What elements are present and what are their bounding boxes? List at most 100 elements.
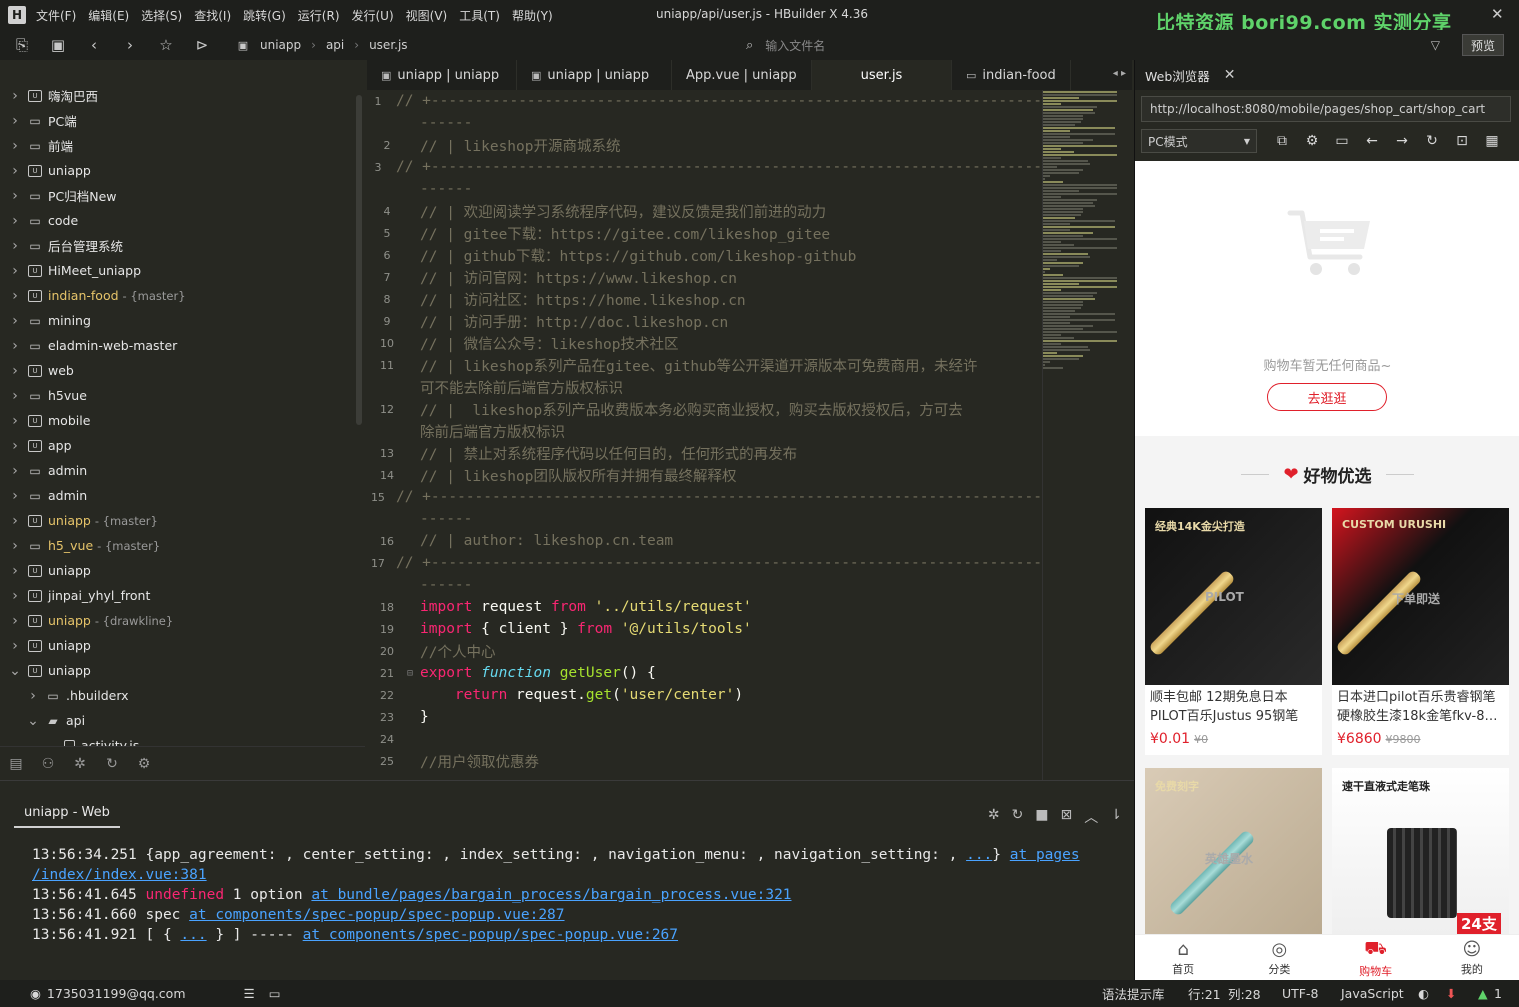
url-input[interactable]: http://localhost:8080/mobile/pages/shop_… xyxy=(1141,96,1511,122)
tree-item[interactable]: › Uweb xyxy=(0,358,365,383)
binoculars-icon[interactable]: ⚇ xyxy=(32,756,64,772)
chevron-right-icon[interactable]: › xyxy=(8,438,22,454)
tab-scroll-arrows[interactable]: ◂ ▸ xyxy=(1113,68,1126,79)
menu-item[interactable]: 跳转(G) xyxy=(243,7,286,24)
tree-item[interactable]: › Uuniapp - {master} xyxy=(0,508,365,533)
goods-card[interactable]: CUSTOM URUSHI 下单即送 日本进口pilot百乐贵睿钢笔硬橡胶生漆18k… xyxy=(1332,508,1509,755)
chevron-right-icon[interactable]: › xyxy=(8,613,22,629)
go-shopping-button[interactable]: 去逛逛 xyxy=(1267,383,1387,411)
goods-name[interactable]: 顺丰包邮 12期免息日本PILOT百乐Justus 95钢笔14… xyxy=(1145,685,1322,729)
chevron-right-icon[interactable]: › xyxy=(8,388,22,404)
clear-icon[interactable]: ⊠ xyxy=(1061,807,1073,827)
user-account[interactable]: 1735031199@qq.com xyxy=(47,986,186,1001)
tree-item[interactable]: activity.js xyxy=(0,733,365,746)
tree-item[interactable]: › ▭ admin xyxy=(0,458,365,483)
mode-select[interactable]: PC模式 ▼ xyxy=(1141,129,1257,153)
feedback-icon[interactable]: ◐ xyxy=(1418,986,1429,1001)
goods-card[interactable]: 免费刻字 英雄墨水 xyxy=(1145,768,1322,945)
settings-icon[interactable]: ⚙ xyxy=(1297,133,1327,149)
chevron-right-icon[interactable]: › xyxy=(8,363,22,379)
chevron-right-icon[interactable]: › xyxy=(8,313,22,329)
menu-item[interactable]: 视图(V) xyxy=(406,7,448,24)
chevron-right-icon[interactable]: › xyxy=(8,238,22,254)
browser-tab[interactable]: Web浏览器 ✕ xyxy=(1135,60,1519,90)
debug-icon[interactable]: ✲ xyxy=(64,756,96,772)
console-link[interactable]: ... xyxy=(180,927,206,943)
terminal-icon[interactable]: ▭ xyxy=(269,986,281,1001)
encoding[interactable]: UTF-8 xyxy=(1282,986,1318,1001)
chevron-right-icon[interactable]: › xyxy=(8,213,22,229)
code-editor[interactable]: 1 // +-----------------------------------… xyxy=(367,90,1042,780)
chevron-right-icon[interactable]: › xyxy=(26,688,40,704)
bell-icon[interactable]: ▲ xyxy=(1478,986,1488,1001)
new-file-icon[interactable]: ⎘ xyxy=(8,33,36,57)
collapse-up-icon[interactable]: ︿ xyxy=(1084,807,1098,827)
syntax-hint-lib[interactable]: 语法提示库 xyxy=(1102,984,1165,1003)
menu-item[interactable]: 运行(R) xyxy=(298,7,340,24)
tabbar-item-0[interactable]: ⌂ 首页 xyxy=(1135,935,1231,981)
goods-image[interactable]: 经典14K金尖打造 PILOT xyxy=(1145,508,1322,685)
cursor-row[interactable]: 行:21 xyxy=(1188,984,1221,1003)
goods-image[interactable]: 速干直液式走笔珠 24支 xyxy=(1332,768,1509,945)
editor-tab[interactable]: ▭ indian-food xyxy=(952,60,1071,90)
console-link[interactable]: ... xyxy=(966,847,992,863)
console-link[interactable]: /index/index.vue:381 xyxy=(32,867,207,883)
tree-item[interactable]: › ▭ admin xyxy=(0,483,365,508)
chevron-right-icon[interactable]: › xyxy=(8,513,22,529)
tree-item[interactable]: › U HiMeet_uniapp xyxy=(0,258,365,283)
fold-icon[interactable]: ⊟ xyxy=(407,668,420,679)
chevron-down-icon[interactable]: ⌄ xyxy=(26,713,40,729)
chevron-right-icon[interactable]: › xyxy=(8,138,22,154)
language-mode[interactable]: JavaScript xyxy=(1341,986,1404,1001)
tree-item[interactable]: › Umobile xyxy=(0,408,365,433)
tree-item[interactable]: › ▭ PC端 xyxy=(0,108,365,133)
chevron-right-icon[interactable]: › xyxy=(8,413,22,429)
git-icon[interactable]: ↻ xyxy=(96,756,128,772)
menu-item[interactable]: 发行(U) xyxy=(352,7,394,24)
tree-item[interactable]: › ▭ h5_vue - {master} xyxy=(0,533,365,558)
restart-icon[interactable]: ↻ xyxy=(1012,807,1024,827)
forward-icon[interactable]: › xyxy=(116,33,144,57)
tree-item[interactable]: › U 嗨淘巴西 xyxy=(0,83,365,108)
file-search-input[interactable]: ⌕ 输入文件名 ▽ xyxy=(746,34,1446,56)
back-icon[interactable]: ‹ xyxy=(80,33,108,57)
tree-item[interactable]: › Uuniapp xyxy=(0,158,365,183)
lock-icon[interactable]: ⊡ xyxy=(1447,133,1477,149)
tree-item[interactable]: › ▭ PC归档New xyxy=(0,183,365,208)
close-window-icon[interactable]: ✕ xyxy=(1491,5,1504,23)
sidebar-scrollbar[interactable] xyxy=(356,95,362,425)
editor-tab[interactable]: ▣ uniapp | uniapp xyxy=(367,60,517,90)
breadcrumb-item[interactable]: api xyxy=(326,38,344,52)
devtools-icon[interactable]: ▭ xyxy=(1327,133,1357,149)
console-tab[interactable]: uniapp - Web xyxy=(14,805,120,828)
editor-tab[interactable]: App.vue | uniapp xyxy=(672,60,812,90)
tree-item[interactable]: › Uuniapp - {drawkline} xyxy=(0,608,365,633)
tabbar-item-1[interactable]: ◎ 分类 xyxy=(1231,935,1327,981)
chevron-right-icon[interactable]: › xyxy=(8,338,22,354)
console-link[interactable]: at pages xyxy=(1010,847,1080,863)
tree-item[interactable]: › ▭ 后台管理系统 xyxy=(0,233,365,258)
run-icon[interactable]: ⊳ xyxy=(188,33,216,57)
tree-item[interactable]: › ▭ code xyxy=(0,208,365,233)
auto-scroll-icon[interactable]: ⇂ xyxy=(1110,807,1122,827)
tree-item[interactable]: › ▭ .hbuilderx xyxy=(0,683,365,708)
chevron-right-icon[interactable]: › xyxy=(8,288,22,304)
console-link[interactable]: at bundle/pages/bargain_process/bargain_… xyxy=(311,887,791,903)
menu-item[interactable]: 选择(S) xyxy=(141,7,182,24)
console-link[interactable]: at components/spec-popup/spec-popup.vue:… xyxy=(303,927,678,943)
tabbar-item-3[interactable]: ☺ 我的 xyxy=(1424,935,1519,981)
console-link[interactable]: at components/spec-popup/spec-popup.vue:… xyxy=(189,907,564,923)
editor-tab[interactable]: ▣ uniapp | uniapp xyxy=(517,60,672,90)
tree-item[interactable]: › ▭ h5vue xyxy=(0,383,365,408)
goods-image[interactable]: CUSTOM URUSHI 下单即送 xyxy=(1332,508,1509,685)
chevron-right-icon[interactable]: › xyxy=(8,638,22,654)
filter-icon[interactable]: ▽ xyxy=(1431,38,1440,52)
tree-item[interactable]: › Uuniapp xyxy=(0,558,365,583)
chevron-right-icon[interactable]: › xyxy=(8,163,22,179)
tree-item[interactable]: ⌄ Uuniapp xyxy=(0,658,365,683)
menu-item[interactable]: 工具(T) xyxy=(459,7,500,24)
tree-item[interactable]: › Uuniapp xyxy=(0,633,365,658)
debug-icon[interactable]: ✲ xyxy=(988,807,1000,827)
menu-item[interactable]: 文件(F) xyxy=(36,7,76,24)
breadcrumb-item[interactable]: user.js xyxy=(369,38,407,52)
